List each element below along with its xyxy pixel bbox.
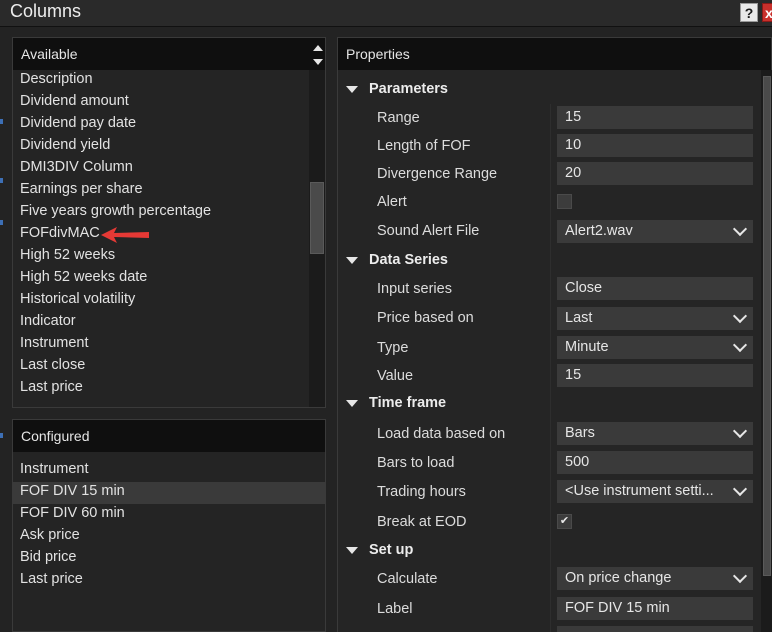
collapse-arrow-icon[interactable] [346, 86, 358, 93]
calculate-select[interactable]: On price change [557, 567, 753, 590]
properties-header: Properties [337, 37, 772, 71]
type-select[interactable]: Minute [557, 336, 753, 359]
divergence-range-field[interactable]: 20 [557, 162, 753, 185]
configured-item[interactable]: Instrument [20, 461, 89, 477]
collapse-arrow-icon[interactable] [346, 400, 358, 407]
prop-label-alert: Alert [377, 194, 407, 210]
prop-label-price: Price based on [377, 310, 474, 326]
available-header-label: Available [21, 46, 78, 62]
available-header: Available [12, 37, 326, 71]
list-item[interactable]: DMI3DIV Column [20, 159, 133, 175]
edge-mark [0, 119, 3, 124]
configured-header-label: Configured [21, 428, 90, 444]
list-item[interactable]: Description [20, 71, 93, 87]
list-item[interactable]: Dividend yield [20, 137, 110, 153]
chevron-down-icon [732, 481, 748, 497]
list-item[interactable]: Dividend amount [20, 93, 129, 109]
help-button[interactable]: ? [740, 3, 758, 22]
configured-item[interactable]: Ask price [20, 527, 80, 543]
alert-checkbox[interactable] [557, 194, 572, 209]
list-item[interactable]: High 52 weeks date [20, 269, 147, 285]
properties-scroll-thumb[interactable] [763, 76, 771, 576]
select-value: <Use instrument setti... [565, 483, 714, 499]
select-value: Alert2.wav [565, 223, 633, 239]
category-label: Data Series [369, 252, 448, 268]
chevron-down-icon [732, 221, 748, 237]
prop-label-bars: Bars to load [377, 455, 455, 471]
category-data-series[interactable]: Data Series [338, 248, 761, 274]
bars-to-load-field[interactable]: 500 [557, 451, 753, 474]
prop-label-sound: Sound Alert File [377, 223, 480, 239]
trading-hours-select[interactable]: <Use instrument setti... [557, 480, 753, 503]
collapse-arrow-icon[interactable] [346, 547, 358, 554]
title-bar: Columns ? x [0, 0, 772, 27]
category-set-up[interactable]: Set up [338, 538, 761, 564]
select-value: Minute [565, 339, 609, 355]
available-scroll-thumb[interactable] [310, 182, 324, 254]
range-field[interactable]: 15 [557, 106, 753, 129]
category-parameters[interactable]: Parameters [338, 77, 761, 103]
edge-mark [0, 220, 3, 225]
configured-item[interactable]: Last price [20, 571, 83, 587]
list-item[interactable]: Historical volatility [20, 291, 135, 307]
select-value: On price change [565, 570, 672, 586]
category-label: Parameters [369, 81, 448, 97]
list-item[interactable]: Five years growth percentage [20, 203, 211, 219]
configured-item-selected[interactable]: FOF DIV 15 min [20, 483, 125, 499]
prop-label-eod: Break at EOD [377, 514, 467, 530]
prop-label-value: Value [377, 368, 414, 384]
edge-mark [0, 433, 3, 438]
input-series-field[interactable]: Close [557, 277, 753, 300]
list-item[interactable]: Indicator [20, 313, 76, 329]
category-label: Time frame [369, 395, 447, 411]
partial-field[interactable] [557, 626, 753, 632]
sound-alert-file-select[interactable]: Alert2.wav [557, 220, 753, 243]
prop-label-load: Load data based on [377, 426, 506, 442]
chevron-down-icon [732, 308, 748, 324]
label-field[interactable]: FOF DIV 15 min [557, 597, 753, 620]
configured-list[interactable]: Instrument FOF DIV 15 min FOF DIV 60 min… [12, 452, 326, 632]
configured-header: Configured [12, 419, 326, 453]
configured-item[interactable]: FOF DIV 60 min [20, 505, 125, 521]
list-item[interactable]: Dividend pay date [20, 115, 136, 131]
collapse-arrow-icon[interactable] [346, 257, 358, 264]
list-item[interactable]: Last close [20, 357, 85, 373]
length-of-fof-field[interactable]: 10 [557, 134, 753, 157]
edge-mark [0, 178, 3, 183]
select-value: Last [565, 310, 593, 326]
list-item[interactable]: Last price [20, 379, 83, 395]
window-title: Columns [10, 1, 82, 21]
price-based-on-select[interactable]: Last [557, 307, 753, 330]
prop-label-range: Range [377, 110, 420, 126]
properties-header-label: Properties [346, 46, 410, 62]
close-button[interactable]: x [762, 3, 772, 22]
red-arrow-annotation [101, 227, 149, 243]
prop-label-type: Type [377, 340, 409, 356]
list-item-fofdivmac[interactable]: FOFdivMAC [20, 225, 100, 241]
select-value: Bars [565, 425, 595, 441]
properties-grid: Parameters Range 15 Length of FOF 10 Div… [337, 70, 761, 632]
chevron-down-icon [732, 568, 748, 584]
list-item[interactable]: Instrument [20, 335, 89, 351]
category-time-frame[interactable]: Time frame [338, 391, 761, 417]
available-scroll-buttons[interactable] [311, 40, 325, 70]
scroll-up-down-icon [313, 45, 323, 65]
prop-label-hours: Trading hours [377, 484, 466, 500]
list-item[interactable]: Earnings per share [20, 181, 143, 197]
prop-label-divergence: Divergence Range [377, 166, 498, 182]
chevron-down-icon [732, 423, 748, 439]
value-field[interactable]: 15 [557, 364, 753, 387]
prop-label-label: Label [377, 601, 413, 617]
prop-label-input: Input series [377, 281, 452, 297]
configured-item[interactable]: Bid price [20, 549, 76, 565]
break-at-eod-checkbox[interactable]: ✔ [557, 514, 572, 529]
list-item[interactable]: High 52 weeks [20, 247, 115, 263]
chevron-down-icon [732, 337, 748, 353]
prop-label-calculate: Calculate [377, 571, 438, 587]
load-data-based-on-select[interactable]: Bars [557, 422, 753, 445]
prop-label-length: Length of FOF [377, 138, 471, 154]
category-label: Set up [369, 542, 414, 558]
available-list[interactable]: Description Dividend amount Dividend pay… [12, 70, 326, 408]
